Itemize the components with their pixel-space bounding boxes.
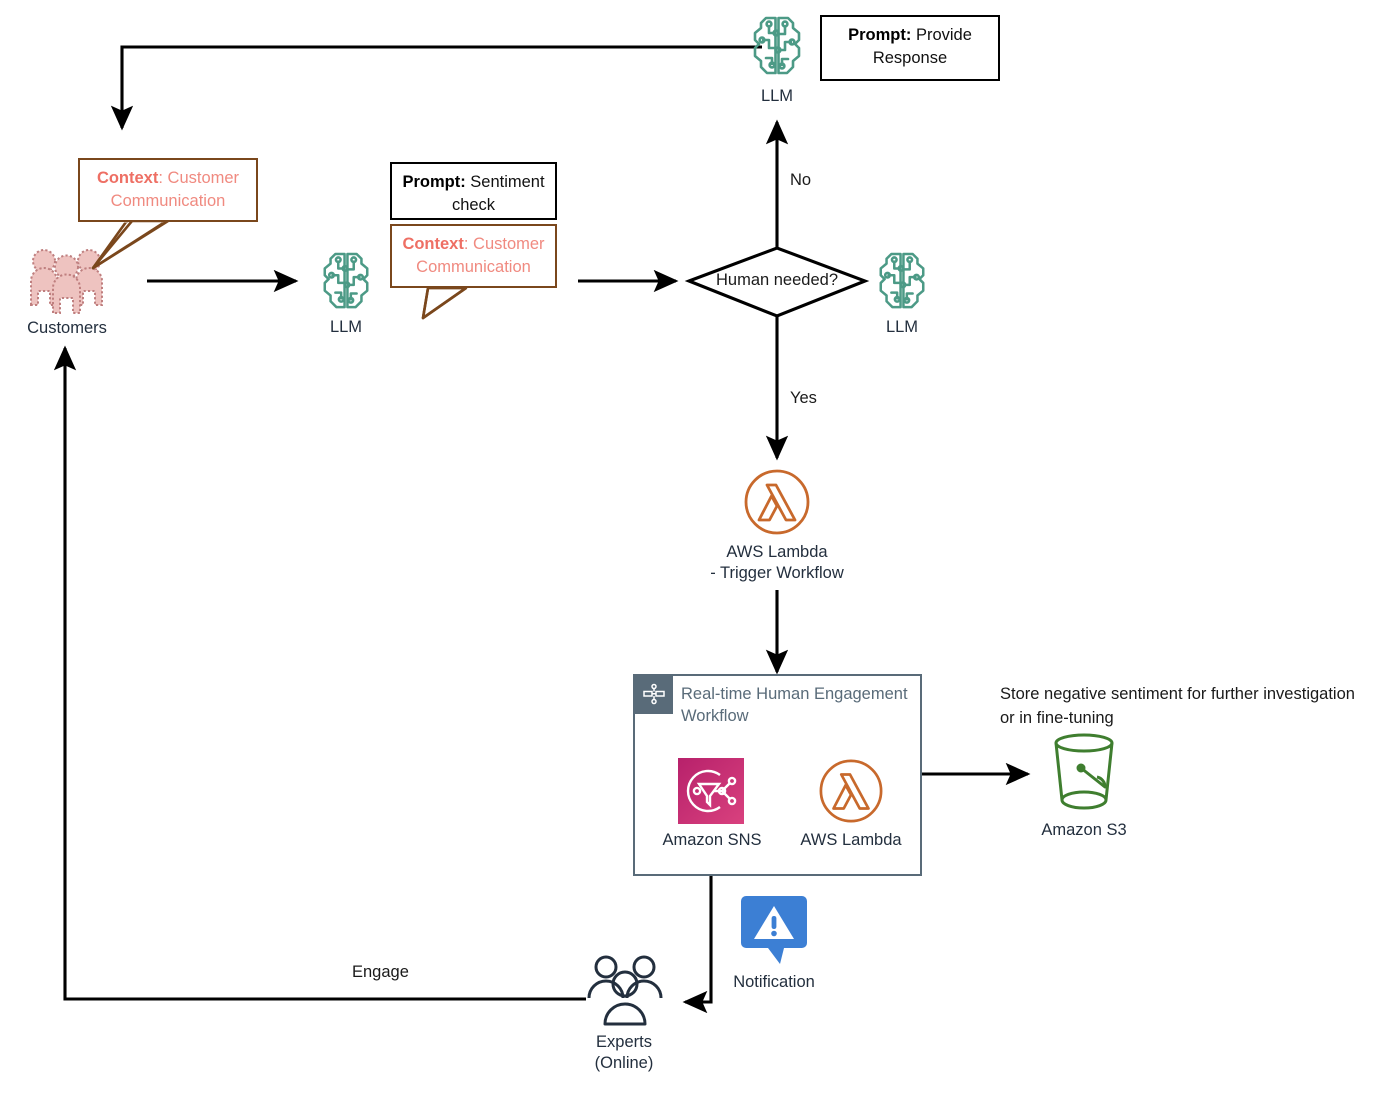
- llm-brain-icon-decision[interactable]: [874, 248, 930, 314]
- sentiment-prompt-line2: check: [451, 196, 496, 214]
- edge-experts-to-customers: [53, 345, 586, 1001]
- callout-sentiment-prompt: Prompt: Sentiment check: [390, 162, 557, 220]
- response-prompt-rest: Provide: [911, 26, 972, 44]
- notification-alert-icon[interactable]: [740, 890, 808, 966]
- sns-label: Amazon SNS: [662, 831, 762, 849]
- edge-llm-to-customer: [110, 45, 762, 131]
- customers-label: Customers: [27, 319, 107, 337]
- notification-label: Notification: [733, 973, 815, 991]
- decision-label: Human needed?: [715, 271, 838, 289]
- callout-sentiment-context: Context: Customer Communication: [390, 224, 557, 288]
- llm-sentiment-label: LLM: [329, 318, 363, 336]
- sentiment-prompt-rest: Sentiment: [465, 173, 545, 191]
- lambda-workflow-label: AWS Lambda: [800, 831, 902, 849]
- response-prompt-bold: Prompt:: [848, 26, 912, 44]
- workflow-title: Real-time Human Engagement Workflow: [681, 685, 908, 725]
- llm-brain-icon-response[interactable]: [748, 12, 806, 80]
- s3-label: Amazon S3: [1041, 821, 1127, 839]
- sentiment-context-rest: : Customer: [463, 235, 545, 253]
- sentiment-context-line2: Communication: [416, 258, 531, 276]
- lambda-trigger-label: AWS Lambda - Trigger Workflow: [710, 543, 844, 582]
- experts-label: Experts (Online): [594, 1033, 654, 1072]
- customer-context-line2: Communication: [110, 192, 226, 210]
- edge-label-yes: Yes: [790, 389, 817, 407]
- callout-customer-context: Context: Customer Communication: [78, 158, 258, 222]
- aws-lambda-icon-workflow[interactable]: [818, 758, 884, 824]
- customers-group-icon[interactable]: [28, 247, 106, 315]
- amazon-sns-icon[interactable]: [678, 758, 744, 824]
- aws-lambda-icon-trigger[interactable]: [743, 468, 811, 536]
- llm-response-label: LLM: [760, 87, 794, 105]
- edge-label-engage: Engage: [352, 963, 409, 981]
- amazon-s3-bucket-icon[interactable]: [1043, 730, 1125, 812]
- step-functions-icon: [635, 676, 673, 714]
- sentiment-context-bold: Context: [402, 235, 464, 253]
- customer-context-bold: Context: [96, 169, 159, 187]
- llm-decision-label: LLM: [885, 318, 919, 336]
- diagram-canvas: LLM Prompt: Provide Response Customers C…: [0, 0, 1386, 1094]
- response-prompt-line2: Response: [872, 49, 948, 67]
- sentiment-prompt-bold: Prompt:: [402, 173, 466, 191]
- edge-label-no: No: [790, 171, 812, 189]
- customer-context-rest: : Customer: [158, 169, 240, 187]
- experts-group-icon[interactable]: [586, 954, 664, 1028]
- callout-response-prompt: Prompt: Provide Response: [820, 15, 1000, 81]
- s3-note: Store negative sentiment for further inv…: [1000, 685, 1355, 727]
- llm-brain-icon-sentiment[interactable]: [318, 248, 374, 314]
